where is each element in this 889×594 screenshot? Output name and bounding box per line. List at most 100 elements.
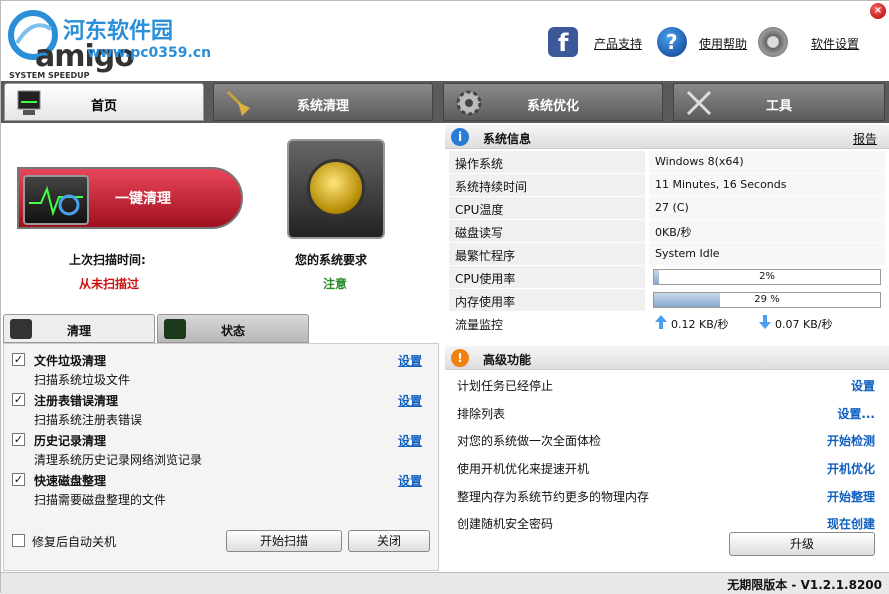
header: amigo SYSTEM SPEEDUP 河东软件园 www.pc0359.cn… bbox=[1, 1, 889, 81]
auto-shutdown-label: 修复后自动关机 bbox=[32, 535, 117, 549]
start-scan-button[interactable]: 开始扫描 bbox=[226, 530, 342, 552]
mem-usage-label: 内存使用率 bbox=[449, 289, 645, 311]
clean-item-desc: 清理系统历史记录网络浏览记录 bbox=[34, 453, 203, 467]
auto-shutdown-checkbox[interactable] bbox=[12, 534, 25, 547]
sysinfo-row: CPU温度 27 (C) bbox=[449, 197, 885, 219]
facebook-icon[interactable]: f bbox=[548, 27, 578, 57]
watermark-url: www.pc0359.cn bbox=[87, 45, 212, 61]
clean-item-checkbox[interactable]: ✓ bbox=[12, 353, 25, 366]
download-arrow-icon bbox=[759, 315, 771, 329]
clean-item-settings-link[interactable]: 设置 bbox=[398, 352, 422, 369]
one-click-clean-button[interactable]: 一键清理 bbox=[17, 167, 243, 229]
clean-item-settings-link[interactable]: 设置 bbox=[398, 432, 422, 449]
version-label: 无期限版本 - V1.2.1.8200 bbox=[727, 578, 882, 592]
clean-item: ✓ 注册表错误清理 扫描系统注册表错误 设置 bbox=[12, 392, 432, 432]
sysinfo-value: Windows 8(x64) bbox=[649, 151, 885, 173]
clean-item-title: 快速磁盘整理 bbox=[34, 474, 107, 488]
product-support-link[interactable]: 产品支持 bbox=[594, 35, 642, 52]
system-req-value: 注意 bbox=[323, 277, 348, 291]
subtab-clean[interactable]: 清理 bbox=[3, 314, 155, 343]
sysinfo-row: 操作系统 Windows 8(x64) bbox=[449, 151, 885, 173]
report-link[interactable]: 报告 bbox=[853, 130, 877, 147]
clean-item-settings-link[interactable]: 设置 bbox=[398, 472, 422, 489]
clean-item-title: 历史记录清理 bbox=[34, 434, 107, 448]
advanced-row-action[interactable]: 开始检测 bbox=[827, 432, 875, 449]
advanced-row-action[interactable]: 设置... bbox=[837, 405, 875, 422]
main-tab-bar: 首页 系统清理 系统优化 工具 bbox=[1, 81, 889, 123]
sysinfo-key: 系统持续时间 bbox=[449, 174, 645, 196]
advanced-row: 整理内存为系统节约更多的物理内存 开始整理 bbox=[449, 484, 885, 510]
warning-icon: ! bbox=[451, 349, 469, 367]
clean-item-desc: 扫描系统垃圾文件 bbox=[34, 373, 131, 387]
sysinfo-key: 最繁忙程序 bbox=[449, 243, 645, 265]
sysinfo-header: i 系统信息 报告 bbox=[445, 125, 889, 149]
help-icon[interactable]: ? bbox=[657, 27, 687, 57]
clean-item-title: 注册表错误清理 bbox=[34, 394, 119, 408]
clean-item-checkbox[interactable]: ✓ bbox=[12, 393, 25, 406]
sysinfo-row: 最繁忙程序 System Idle bbox=[449, 243, 885, 265]
advanced-row-action[interactable]: 设置 bbox=[851, 377, 875, 394]
subtab-status[interactable]: 状态 bbox=[157, 314, 309, 343]
software-settings-link[interactable]: 软件设置 bbox=[811, 35, 859, 52]
advanced-title: 高级功能 bbox=[483, 353, 532, 367]
advanced-row-action[interactable]: 开始整理 bbox=[827, 488, 875, 505]
upload-speed: 0.12 KB/秒 bbox=[671, 318, 729, 331]
clean-item: ✓ 历史记录清理 清理系统历史记录网络浏览记录 设置 bbox=[12, 432, 432, 472]
advanced-row: 使用开机优化来提速开机 开机优化 bbox=[449, 456, 885, 482]
cpu-usage-bar: 2% bbox=[653, 269, 881, 285]
system-status-light bbox=[287, 139, 385, 239]
advanced-row-action[interactable]: 开机优化 bbox=[827, 460, 875, 477]
advanced-row-label: 使用开机优化来提速开机 bbox=[457, 462, 590, 476]
clean-options-panel: ✓ 文件垃圾清理 扫描系统垃圾文件 设置 ✓ 注册表错误清理 扫描系统注册表错误… bbox=[3, 343, 439, 571]
app-window: amigo SYSTEM SPEEDUP 河东软件园 www.pc0359.cn… bbox=[0, 0, 889, 594]
close-button[interactable]: 关闭 bbox=[348, 530, 430, 552]
cpu-usage-row: CPU使用率 2% bbox=[449, 266, 885, 288]
tab-home[interactable]: 首页 bbox=[4, 83, 204, 121]
advanced-row: 对您的系统做一次全面体检 开始检测 bbox=[449, 428, 885, 454]
sysinfo-value: 11 Minutes, 16 Seconds bbox=[649, 174, 885, 196]
help-link[interactable]: 使用帮助 bbox=[699, 35, 747, 52]
clean-item-settings-link[interactable]: 设置 bbox=[398, 392, 422, 409]
home-right-panel: i 系统信息 报告 操作系统 Windows 8(x64) 系统持续时间 11 … bbox=[445, 123, 889, 572]
tab-tools[interactable]: 工具 bbox=[673, 83, 885, 121]
sysinfo-row: 系统持续时间 11 Minutes, 16 Seconds bbox=[449, 174, 885, 196]
sysinfo-key: 操作系统 bbox=[449, 151, 645, 173]
sysinfo-title: 系统信息 bbox=[483, 132, 532, 146]
status-bar: 无期限版本 - V1.2.1.8200 bbox=[1, 572, 889, 594]
sysinfo-value: 27 (C) bbox=[649, 197, 885, 219]
advanced-row-action[interactable]: 现在创建 bbox=[827, 515, 875, 532]
advanced-header: ! 高级功能 bbox=[445, 346, 889, 370]
advanced-row-label: 整理内存为系统节约更多的物理内存 bbox=[457, 490, 650, 504]
advanced-row: 计划任务已经停止 设置 bbox=[449, 373, 885, 399]
close-window-button[interactable]: × bbox=[870, 3, 886, 19]
tab-system-clean[interactable]: 系统清理 bbox=[213, 83, 433, 121]
clean-item-checkbox[interactable]: ✓ bbox=[12, 433, 25, 446]
last-scan-label: 上次扫描时间: bbox=[69, 253, 146, 267]
sysinfo-value: System Idle bbox=[649, 243, 885, 265]
upload-arrow-icon bbox=[655, 315, 667, 329]
sysinfo-key: 磁盘读写 bbox=[449, 220, 645, 242]
info-icon: i bbox=[451, 128, 469, 146]
clean-item-title: 文件垃圾清理 bbox=[34, 354, 107, 368]
mem-usage-row: 内存使用率 29 % bbox=[449, 289, 885, 311]
clean-item-desc: 扫描系统注册表错误 bbox=[34, 413, 143, 427]
brand-subtitle: SYSTEM SPEEDUP bbox=[9, 71, 90, 80]
traffic-label: 流量监控 bbox=[449, 312, 645, 334]
upgrade-button[interactable]: 升级 bbox=[729, 532, 875, 556]
sysinfo-value: 0KB/秒 bbox=[649, 220, 885, 242]
traffic-row: 流量监控 0.12 KB/秒 0.07 KB/秒 bbox=[449, 312, 885, 334]
system-req-label: 您的系统要求 bbox=[295, 253, 368, 267]
advanced-row-label: 对您的系统做一次全面体检 bbox=[457, 434, 602, 448]
clean-item-checkbox[interactable]: ✓ bbox=[12, 473, 25, 486]
clean-item: ✓ 文件垃圾清理 扫描系统垃圾文件 设置 bbox=[12, 352, 432, 392]
advanced-row-label: 计划任务已经停止 bbox=[457, 379, 554, 393]
settings-gear-icon[interactable] bbox=[758, 27, 788, 57]
tab-system-optimize[interactable]: 系统优化 bbox=[443, 83, 663, 121]
watermark-site-name: 河东软件园 bbox=[63, 18, 174, 44]
last-scan-value: 从未扫描过 bbox=[79, 277, 140, 291]
monitor-scan-icon bbox=[23, 175, 89, 225]
clean-item-desc: 扫描需要磁盘整理的文件 bbox=[34, 493, 167, 507]
cpu-usage-label: CPU使用率 bbox=[449, 266, 645, 288]
sub-tab-bar: 清理 状态 bbox=[3, 314, 439, 344]
advanced-row-label: 创建随机安全密码 bbox=[457, 517, 554, 531]
